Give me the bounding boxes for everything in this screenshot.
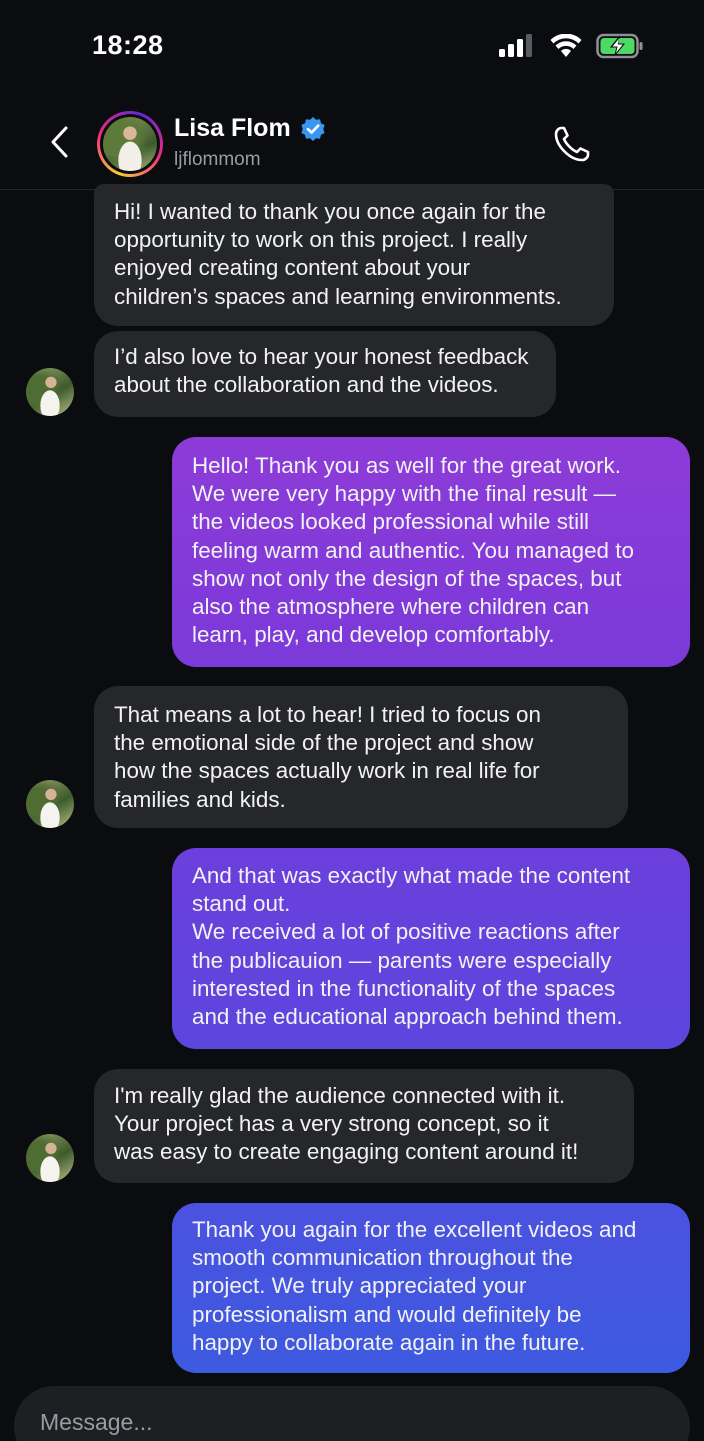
battery-charging-icon — [596, 33, 643, 59]
message-bubble-incoming[interactable]: Hi! I wanted to thank you once again for… — [94, 184, 614, 326]
signal-icon — [499, 34, 532, 57]
message-bubble-incoming[interactable]: I’d also love to hear your honest feedba… — [94, 331, 556, 417]
contact-name[interactable]: Lisa Flom — [174, 114, 291, 143]
status-icons — [498, 33, 644, 59]
wifi-icon — [550, 34, 582, 57]
status-time: 18:28 — [92, 30, 164, 60]
message-input[interactable] — [40, 1404, 640, 1440]
back-chevron-icon[interactable] — [44, 122, 76, 162]
chat-header: Lisa Flom ljflommom — [0, 96, 704, 190]
message-bubble-incoming[interactable]: That means a lot to hear! I tried to foc… — [94, 686, 628, 828]
message-bubble-outgoing[interactable]: And that was exactly what made the conte… — [172, 848, 690, 1049]
message-composer — [14, 1386, 690, 1441]
message-bubble-incoming[interactable]: I'm really glad the audience connected w… — [94, 1069, 634, 1183]
contact-avatar[interactable] — [97, 111, 163, 177]
message-bubble-outgoing[interactable]: Thank you again for the excellent videos… — [172, 1203, 690, 1373]
phone-call-icon[interactable] — [552, 124, 592, 164]
sender-avatar[interactable] — [26, 780, 74, 828]
sender-avatar[interactable] — [26, 368, 74, 416]
chat-screen: 18:28 Lisa Flom ljflommom Hi! I wanted t… — [0, 0, 704, 1441]
message-bubble-outgoing[interactable]: Hello! Thank you as well for the great w… — [172, 437, 690, 667]
contact-handle: ljflommom — [174, 149, 261, 170]
contact-avatar-image — [103, 117, 157, 171]
verified-badge-icon — [301, 117, 325, 141]
sender-avatar[interactable] — [26, 1134, 74, 1182]
